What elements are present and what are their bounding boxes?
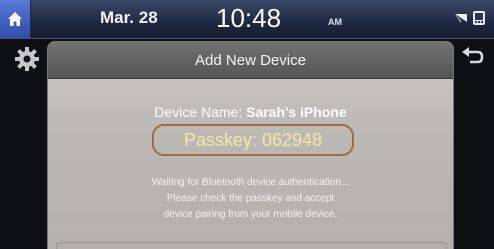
status-date: Mar. 28 bbox=[100, 8, 158, 27]
device-name-value: Sarah's iPhone bbox=[246, 104, 347, 120]
back-arrow-icon[interactable] bbox=[460, 46, 484, 68]
gear-icon[interactable] bbox=[14, 46, 40, 72]
home-icon bbox=[8, 12, 22, 26]
status-time: 10:48 bbox=[216, 3, 282, 33]
signal-icon bbox=[455, 14, 467, 23]
message-line: Please check the passkey and accept bbox=[166, 193, 335, 204]
bluetooth-phone-icon bbox=[473, 11, 485, 25]
dialog-title: Add New Device bbox=[195, 51, 306, 69]
message-line: Waiting for Bluetooth device authenticat… bbox=[151, 177, 350, 188]
device-name-line: Device Name: Sarah's iPhone bbox=[48, 104, 453, 120]
status-bar: Mar. 28 10:48 AM bbox=[0, 0, 494, 39]
passkey-text: Passkey: 062948 bbox=[183, 129, 323, 150]
status-ampm: AM bbox=[328, 17, 342, 27]
authentication-message: Waiting for Bluetooth device authenticat… bbox=[48, 175, 453, 223]
status-icons bbox=[454, 10, 486, 26]
home-button[interactable] bbox=[0, 0, 31, 38]
message-line: device pairing from your mobile device. bbox=[163, 209, 338, 220]
passkey-highlight: Passkey: 062948 bbox=[152, 124, 354, 156]
device-name-label: Device Name: bbox=[154, 104, 243, 120]
dialog-header: Add New Device bbox=[48, 42, 453, 79]
add-device-dialog: Add New Device Device Name: Sarah's iPho… bbox=[47, 41, 454, 249]
